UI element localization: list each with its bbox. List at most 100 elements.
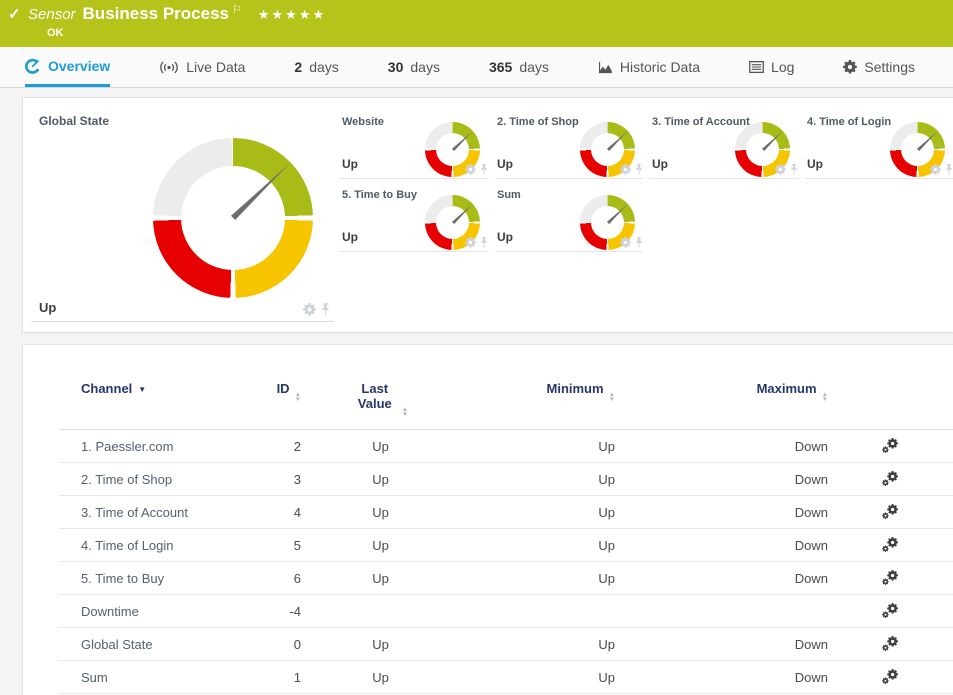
gauge-needle [606,129,629,151]
maximum-value: Down [615,628,828,661]
tile-website[interactable]: Website Up [340,106,488,179]
channel-settings-icon[interactable] [882,570,899,586]
channel-settings-icon[interactable] [882,438,899,454]
minimum-value [460,595,615,628]
status-badge: OK [47,27,64,39]
gauge-needle [761,129,784,151]
last-value: Up [301,496,460,529]
column-header-last-value[interactable]: Last Value▲▼ [301,381,460,430]
channel-settings-icon[interactable] [882,471,899,487]
pin-icon[interactable] [321,303,330,316]
gear-icon[interactable] [620,164,631,175]
tab-historic-data[interactable]: Historic Data [598,47,700,87]
channel-link[interactable]: 2. Time of Shop [81,472,172,487]
panel-title: Global State [39,114,109,128]
channel-settings-icon[interactable] [882,504,899,520]
last-value: Up [301,628,460,661]
tile-status: Up [342,230,358,244]
tile-time-to-buy[interactable]: 5. Time to Buy Up [340,179,488,252]
last-value: Up [301,562,460,595]
gauge-needle [230,161,292,222]
tile-sum[interactable]: Sum Up [495,179,643,252]
channel-link[interactable]: 1. Paessler.com [81,439,174,454]
table-row: 1. Paessler.com 2 Up Up Down [59,430,953,463]
pin-icon[interactable] [945,164,953,175]
table-row: Downtime -4 [59,595,953,628]
area-chart-icon [598,61,613,74]
pin-icon[interactable] [635,237,643,248]
channel-id: 2 [226,430,301,463]
maximum-value: Down [615,562,828,595]
channel-settings-icon[interactable] [882,603,899,619]
maximum-value: Down [615,529,828,562]
tab-2-days[interactable]: 2 days [294,47,338,87]
maximum-value: Down [615,463,828,496]
gear-icon[interactable] [775,164,786,175]
tile-title: 5. Time to Buy [342,189,417,201]
gear-icon [843,60,857,74]
tab-label: Live Data [186,59,245,75]
gear-icon[interactable] [465,237,476,248]
gauge-needle [451,129,474,151]
live-data-icon [159,61,179,74]
channel-settings-icon[interactable] [882,636,899,652]
channel-link[interactable]: 3. Time of Account [81,505,188,520]
gear-icon[interactable] [465,164,476,175]
tile-status: Up [652,157,668,171]
channel-settings-icon[interactable] [882,537,899,553]
tab-log[interactable]: Log [749,47,794,87]
tile-status: Up [497,230,513,244]
channel-link[interactable]: Global State [81,637,153,652]
tab-label: Overview [48,58,110,74]
global-state-gauge [153,138,313,298]
channel-id: -4 [226,595,301,628]
check-icon: ✓ [8,5,21,23]
last-value: Up [301,430,460,463]
tab-settings[interactable]: Settings [843,47,915,87]
channel-id: 0 [226,628,301,661]
tab-label: days [309,59,339,75]
gear-icon[interactable] [620,237,631,248]
maximum-value: Down [615,661,828,694]
channel-id: 4 [226,496,301,529]
pin-icon[interactable] [480,237,488,248]
minimum-value: Up [460,529,615,562]
table-row: Global State 0 Up Up Down [59,628,953,661]
tab-bar: Overview Live Data 2 days 30 days 365 da… [0,47,953,88]
channel-id: 3 [226,463,301,496]
gear-icon[interactable] [303,303,316,316]
channel-link[interactable]: Sum [81,670,108,685]
column-header-minimum[interactable]: Minimum▲▼ [460,381,615,430]
column-header-id[interactable]: ID▲▼ [226,381,301,430]
tab-label: Log [771,59,794,75]
channel-gauge-grid: Website Up 2. Time of Shop Up 3. Time of… [340,98,953,332]
gauge-icon [25,58,41,74]
flag-icon[interactable]: ⚐ [232,3,242,16]
channel-link[interactable]: Downtime [81,604,139,619]
pin-icon[interactable] [790,164,798,175]
channel-link[interactable]: 5. Time to Buy [81,571,164,586]
maximum-value: Down [615,496,828,529]
tab-overview[interactable]: Overview [25,47,110,87]
sensor-status-banner: ✓ Sensor Business Process ⚐ ★★★★★ OK [0,0,953,47]
gear-icon[interactable] [930,164,941,175]
column-header-channel[interactable]: Channel▼ [59,381,226,430]
channel-link[interactable]: 4. Time of Login [81,538,174,553]
pin-icon[interactable] [635,164,643,175]
tab-number: 2 [294,59,302,75]
tab-365-days[interactable]: 365 days [489,47,549,87]
tab-label: days [410,59,440,75]
tile-time-of-login[interactable]: 4. Time of Login Up [805,106,953,179]
tile-time-of-shop[interactable]: 2. Time of Shop Up [495,106,643,179]
column-label: Last Value [353,381,397,411]
channel-id: 5 [226,529,301,562]
tab-30-days[interactable]: 30 days [388,47,440,87]
tab-live-data[interactable]: Live Data [159,47,245,87]
tile-time-of-account[interactable]: 3. Time of Account Up [650,106,798,179]
priority-stars[interactable]: ★★★★★ [258,7,326,23]
channel-settings-icon[interactable] [882,669,899,685]
last-value [301,595,460,628]
column-header-maximum[interactable]: Maximum▲▼ [615,381,828,430]
channels-table: Channel▼ ID▲▼ Last Value▲▼ Minimum▲▼ Max… [59,381,953,694]
pin-icon[interactable] [480,164,488,175]
